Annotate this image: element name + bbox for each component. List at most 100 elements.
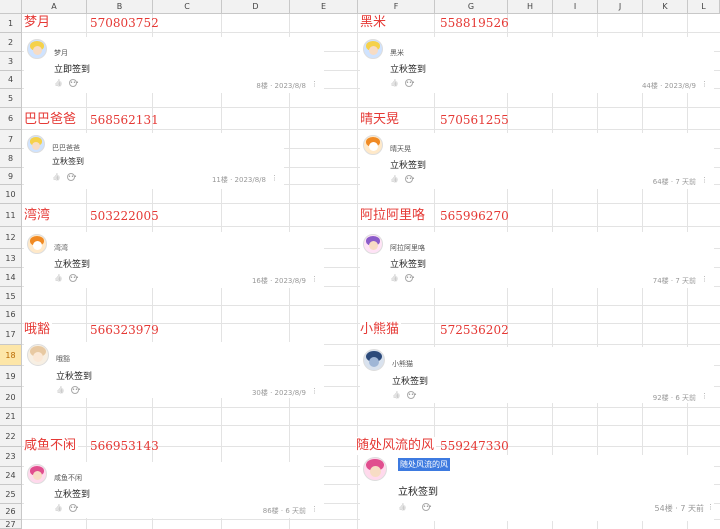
comment-icon[interactable]: ••• (405, 79, 415, 87)
thumbs-up-icon[interactable]: 👍 (56, 386, 65, 394)
row-header-3[interactable]: 3 (0, 52, 22, 71)
comment-username[interactable]: 咸鱼不闲 (54, 473, 82, 483)
comment-username[interactable]: 黑米 (390, 48, 404, 58)
thumbs-up-icon[interactable]: 👍 (54, 79, 63, 87)
entry-name-cell[interactable]: 随处风流的风 (356, 437, 437, 455)
row-header-5[interactable]: 5 (0, 89, 22, 108)
row-header-9[interactable]: 9 (0, 168, 22, 185)
column-header-b[interactable]: B (87, 0, 153, 14)
row-header-2[interactable]: 2 (0, 33, 22, 52)
column-header-l[interactable]: L (688, 0, 720, 14)
row-header-8[interactable]: 8 (0, 149, 22, 168)
column-header-j[interactable]: J (598, 0, 643, 14)
row-header-13[interactable]: 13 (0, 249, 22, 268)
more-dots-icon[interactable]: ⋮ (311, 275, 318, 283)
entry-name-cell[interactable]: 梦月 (24, 14, 53, 32)
comment-username[interactable]: 阿拉阿里咯 (390, 243, 425, 253)
more-dots-icon[interactable]: ⋮ (701, 392, 708, 400)
comment-icon[interactable]: ••• (422, 503, 432, 511)
entry-qq-cell[interactable]: 565996270 (440, 207, 509, 225)
more-dots-icon[interactable]: ⋮ (311, 80, 318, 88)
entry-qq-cell[interactable]: 568562131 (90, 111, 159, 129)
row-header-20[interactable]: 20 (0, 387, 22, 408)
thumbs-up-icon[interactable]: 👍 (390, 79, 399, 87)
row-header-18[interactable]: 18 (0, 345, 22, 366)
more-dots-icon[interactable]: ⋮ (271, 174, 278, 182)
comment-icon[interactable]: ••• (69, 504, 79, 512)
row-header-25[interactable]: 25 (0, 485, 22, 504)
more-dots-icon[interactable]: ⋮ (311, 505, 318, 513)
entry-qq-cell[interactable]: 559247330 (440, 437, 509, 455)
row-header-12[interactable]: 12 (0, 227, 22, 249)
thumbs-up-icon[interactable]: 👍 (52, 173, 61, 181)
row-header-6[interactable]: 6 (0, 108, 22, 130)
row-header-10[interactable]: 10 (0, 185, 22, 204)
comment-username[interactable]: 湾湾 (54, 243, 68, 253)
row-header-16[interactable]: 16 (0, 306, 22, 324)
more-dots-icon[interactable]: ⋮ (311, 387, 318, 395)
entry-name-cell[interactable]: 晴天晃 (360, 111, 402, 129)
thumbs-up-icon[interactable]: 👍 (54, 504, 63, 512)
thumbs-up-icon[interactable]: 👍 (390, 274, 399, 282)
column-header-i[interactable]: I (553, 0, 598, 14)
entry-qq-cell[interactable]: 572536202 (440, 321, 509, 339)
entry-name-cell[interactable]: 巴巴爸爸 (24, 111, 79, 129)
comment-icon[interactable]: ••• (69, 79, 79, 87)
row-header-24[interactable]: 24 (0, 467, 22, 485)
more-dots-icon[interactable]: ⋮ (701, 80, 708, 88)
row-header-21[interactable]: 21 (0, 408, 22, 426)
row-header-22[interactable]: 22 (0, 426, 22, 447)
comment-icon[interactable]: ••• (405, 175, 415, 183)
more-dots-icon[interactable]: ⋮ (701, 176, 708, 184)
comment-username[interactable]: 随处风流的风 (398, 458, 450, 471)
comment-username[interactable]: 梦月 (54, 48, 68, 58)
entry-name-cell[interactable]: 黑米 (360, 14, 389, 32)
entry-qq-cell[interactable]: 503222005 (90, 207, 159, 225)
row-header-26[interactable]: 26 (0, 504, 22, 520)
row-header-17[interactable]: 17 (0, 324, 22, 345)
comment-username[interactable]: 哦豁 (56, 354, 70, 364)
entry-name-cell[interactable]: 咸鱼不闲 (24, 437, 79, 455)
column-header-d[interactable]: D (222, 0, 290, 14)
column-header-f[interactable]: F (358, 0, 435, 14)
column-header-h[interactable]: H (508, 0, 553, 14)
entry-name-cell[interactable]: 湾湾 (24, 207, 53, 225)
column-header-c[interactable]: C (153, 0, 222, 14)
comment-icon[interactable]: ••• (407, 391, 417, 399)
entry-qq-cell[interactable]: 566323979 (90, 321, 159, 339)
column-header-e[interactable]: E (290, 0, 358, 14)
row-header-27[interactable]: 27 (0, 520, 22, 529)
entry-qq-cell[interactable]: 558819526 (440, 14, 509, 32)
row-header-15[interactable]: 15 (0, 287, 22, 306)
comment-icon[interactable]: ••• (405, 274, 415, 282)
thumbs-up-icon[interactable]: 👍 (392, 391, 401, 399)
entry-qq-cell[interactable]: 566953143 (90, 437, 159, 455)
comment-username[interactable]: 巴巴爸爸 (52, 143, 80, 153)
comment-username[interactable]: 小熊猫 (392, 359, 413, 369)
entry-name-cell[interactable]: 哦豁 (24, 321, 53, 339)
select-all-corner[interactable] (0, 0, 22, 14)
row-header-11[interactable]: 11 (0, 204, 22, 227)
row-header-7[interactable]: 7 (0, 130, 22, 149)
comment-icon[interactable]: ••• (69, 274, 79, 282)
row-header-14[interactable]: 14 (0, 268, 22, 287)
entry-name-cell[interactable]: 小熊猫 (360, 321, 402, 339)
thumbs-up-icon[interactable]: 👍 (54, 274, 63, 282)
row-header-19[interactable]: 19 (0, 366, 22, 387)
more-dots-icon[interactable]: ⋮ (707, 503, 714, 511)
row-header-23[interactable]: 23 (0, 447, 22, 467)
more-dots-icon[interactable]: ⋮ (701, 275, 708, 283)
comment-icon[interactable]: ••• (71, 386, 81, 394)
column-header-k[interactable]: K (643, 0, 688, 14)
thumbs-up-icon[interactable]: 👍 (398, 503, 407, 511)
row-header-4[interactable]: 4 (0, 71, 22, 89)
row-header-1[interactable]: 1 (0, 14, 22, 33)
comment-username[interactable]: 晴天晃 (390, 144, 411, 154)
entry-qq-cell[interactable]: 570561255 (440, 111, 509, 129)
entry-qq-cell[interactable]: 570803752 (90, 14, 159, 32)
thumbs-up-icon[interactable]: 👍 (390, 175, 399, 183)
column-header-g[interactable]: G (435, 0, 508, 14)
entry-name-cell[interactable]: 阿拉阿里咯 (360, 207, 428, 225)
column-header-a[interactable]: A (22, 0, 87, 14)
comment-icon[interactable]: ••• (67, 173, 77, 181)
